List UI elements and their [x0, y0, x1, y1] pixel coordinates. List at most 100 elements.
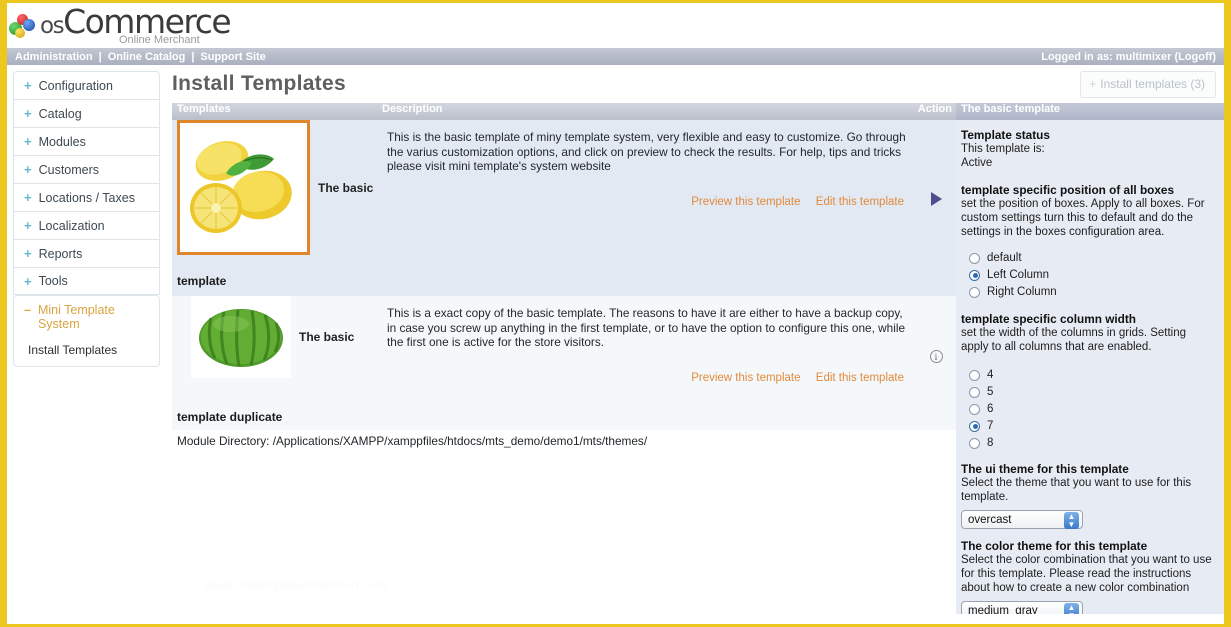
box-position-heading: template specific position of all boxes: [961, 183, 1175, 197]
radio-button-icon[interactable]: [969, 369, 980, 381]
template-settings-panel: Template status This template is: Active…: [956, 120, 1224, 614]
sidebar-item-install-templates[interactable]: Install Templates: [14, 335, 159, 366]
radio-label: 5: [987, 386, 994, 398]
install-templates-button[interactable]: + Install templates (3): [1080, 70, 1216, 98]
nav-separator: |: [191, 50, 195, 63]
sidebar-item-localization[interactable]: + Localization: [13, 211, 160, 239]
template-folder-label-wrap: template duplicate: [172, 406, 956, 430]
install-templates-button-label: Install templates (3): [1100, 76, 1205, 91]
content-columns: The basic This is the basic template of …: [172, 120, 1224, 614]
radio-option-default[interactable]: default: [969, 251, 1216, 265]
radio-option-width-6[interactable]: 6: [969, 402, 1216, 416]
sidebar-item-configuration[interactable]: + Configuration: [13, 71, 160, 99]
radio-label: 8: [987, 437, 994, 449]
edit-this-template-link[interactable]: Edit this template: [816, 196, 904, 208]
plus-icon: +: [1089, 76, 1097, 91]
color-theme-heading: The color theme for this template: [961, 539, 1148, 553]
ui-theme-description: Select the theme that you want to use fo…: [961, 477, 1192, 503]
template-folder-label-wrap: template: [172, 268, 956, 296]
radio-label: 6: [987, 403, 994, 415]
app-window: osCommerce Online Merchant Administratio…: [0, 0, 1231, 627]
radio-button-icon[interactable]: [969, 403, 980, 415]
info-circle-icon[interactable]: i: [929, 349, 943, 363]
radio-label: default: [987, 252, 1022, 264]
ui-theme-select[interactable]: overcast: [961, 510, 1083, 529]
radio-option-width-4[interactable]: 4: [969, 368, 1216, 382]
plus-icon: +: [24, 246, 32, 261]
sidebar: + Configuration + Catalog + Modules + Cu…: [7, 65, 164, 623]
watermelon-image[interactable]: [191, 296, 291, 378]
sidebar-item-label: Catalog: [38, 106, 82, 121]
plus-icon: +: [24, 190, 32, 205]
color-theme-select[interactable]: medium_gray: [961, 601, 1083, 614]
preview-this-template-link[interactable]: Preview this template: [691, 196, 800, 208]
radio-option-width-7[interactable]: 7: [969, 419, 1216, 433]
radio-button-icon[interactable]: [969, 252, 980, 264]
sidebar-item-label: Mini Template System: [37, 303, 115, 331]
radio-button-selected-icon[interactable]: [969, 269, 980, 281]
sidebar-item-modules[interactable]: + Modules: [13, 127, 160, 155]
session-status[interactable]: Logged in as: multimixer (Logoff): [1041, 51, 1216, 63]
brand-tagline: Online Merchant: [119, 34, 200, 46]
module-directory-path: Module Directory: /Applications/XAMPP/xa…: [172, 430, 956, 448]
main-content: Install Templates + Install templates (3)…: [164, 65, 1224, 623]
sidebar-item-label: Configuration: [38, 78, 113, 93]
template-actions: Preview this template Edit this template: [387, 194, 908, 210]
sidebar-item-label: Locations / Taxes: [38, 190, 135, 205]
ui-theme-select-wrap: overcast ▲ ▼: [961, 504, 1083, 529]
radio-option-width-8[interactable]: 8: [969, 436, 1216, 450]
table-row: The basic This is a exact copy of the ba…: [172, 296, 956, 406]
color-theme-description: Select the color combination that you wa…: [961, 554, 1212, 594]
radio-button-icon[interactable]: [969, 286, 980, 298]
nav-separator: |: [98, 50, 102, 63]
plus-icon: +: [24, 106, 32, 121]
color-theme-select-wrap: medium_gray ▲▼: [961, 595, 1083, 614]
template-folder-label: template: [177, 274, 227, 288]
radio-option-right-column[interactable]: Right Column: [969, 285, 1216, 299]
sidebar-item-tools[interactable]: + Tools: [13, 267, 160, 295]
plus-icon: +: [24, 218, 32, 233]
radio-label: 7: [987, 420, 994, 432]
lemons-image[interactable]: [177, 120, 310, 255]
sidebar-item-label: Modules: [38, 134, 86, 149]
play-triangle-icon[interactable]: [930, 192, 942, 206]
edit-this-template-link[interactable]: Edit this template: [816, 372, 904, 384]
sidebar-item-customers[interactable]: + Customers: [13, 155, 160, 183]
radio-button-icon[interactable]: [969, 386, 980, 398]
sidebar-item-locations-taxes[interactable]: + Locations / Taxes: [13, 183, 160, 211]
preview-this-template-link[interactable]: Preview this template: [691, 372, 800, 384]
plus-icon: +: [24, 134, 32, 149]
radio-option-left-column[interactable]: Left Column: [969, 268, 1216, 282]
sidebar-item-mini-template-system[interactable]: – Mini Template System: [14, 296, 159, 335]
template-status-heading: Template status: [961, 128, 1050, 142]
nav-item-administration[interactable]: Administration: [15, 51, 93, 63]
brand-os: os: [40, 13, 65, 39]
oscommerce-balls-icon: [9, 11, 39, 43]
sidebar-item-catalog[interactable]: + Catalog: [13, 99, 160, 127]
sidebar-item-label: Tools: [38, 274, 68, 288]
template-actions: Preview this template Edit this template: [387, 370, 908, 386]
radio-label: Left Column: [987, 269, 1050, 281]
nav-item-online-catalog[interactable]: Online Catalog: [108, 51, 186, 63]
plus-icon: +: [24, 162, 32, 177]
template-status-line: This template is:: [961, 143, 1045, 155]
sidebar-group-mini-template-system: – Mini Template System Install Templates: [13, 295, 160, 367]
templates-table-header: Templates Description Action The basic t…: [172, 103, 1224, 120]
watermark-text: www.thetemplatecollection.com: [205, 578, 387, 592]
template-thumbnail-cell: The basic: [177, 120, 382, 255]
template-name: The basic: [299, 330, 355, 344]
top-navigation-bar: Administration | Online Catalog | Suppor…: [7, 48, 1224, 65]
template-description: This is the basic template of miny templ…: [387, 130, 906, 173]
sidebar-item-reports[interactable]: + Reports: [13, 239, 160, 267]
nav-item-support-site[interactable]: Support Site: [200, 51, 265, 63]
column-header-action: Action: [917, 103, 952, 115]
radio-option-width-5[interactable]: 5: [969, 385, 1216, 399]
template-description-cell: This is the basic template of miny templ…: [382, 120, 916, 209]
sidebar-item-label: Customers: [38, 162, 100, 177]
radio-button-icon[interactable]: [969, 437, 980, 449]
radio-label: 4: [987, 369, 994, 381]
box-position-description: set the position of boxes. Apply to all …: [961, 198, 1205, 238]
templates-list: The basic This is the basic template of …: [172, 120, 956, 614]
row-action-cell: i: [916, 340, 956, 363]
radio-button-selected-icon[interactable]: [969, 420, 980, 432]
